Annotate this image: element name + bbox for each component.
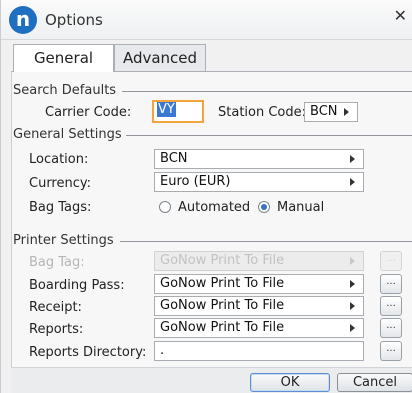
options-dialog: n Options ✕ General Advanced Search Defa…	[0, 0, 412, 393]
boarding-pass-printer-value: GoNow Print To File	[160, 276, 285, 291]
dropdown-arrow-icon	[344, 108, 349, 116]
radio-manual-label[interactable]: Manual	[277, 200, 324, 215]
station-code-value: BCN	[310, 104, 338, 119]
section-divider	[122, 135, 412, 136]
close-icon[interactable]: ✕	[394, 6, 407, 25]
bag-tag-browse-button: ...	[380, 251, 402, 271]
dropdown-arrow-icon	[350, 257, 355, 265]
printer-settings-heading: Printer Settings	[13, 233, 118, 248]
dropdown-arrow-icon	[350, 155, 355, 163]
currency-select[interactable]: Euro (EUR)	[154, 172, 364, 192]
currency-value: Euro (EUR)	[160, 174, 231, 189]
general-settings-heading: General Settings	[13, 127, 126, 142]
reports-directory-input[interactable]: .	[154, 341, 364, 361]
station-code-label: Station Code:	[218, 105, 307, 120]
bag-tags-label: Bag Tags:	[29, 200, 92, 215]
location-label: Location:	[29, 152, 89, 167]
cancel-button[interactable]: Cancel	[337, 373, 412, 392]
section-divider	[120, 241, 412, 242]
carrier-code-input[interactable]: VY	[152, 100, 204, 123]
tab-advanced[interactable]: Advanced	[114, 44, 206, 71]
dropdown-arrow-icon	[350, 280, 355, 288]
search-defaults-heading: Search Defaults	[13, 83, 121, 98]
boarding-pass-label: Boarding Pass:	[29, 278, 125, 293]
title-bar[interactable]: n Options ✕	[1, 0, 412, 40]
reports-browse-button[interactable]: ...	[380, 318, 402, 338]
station-code-select[interactable]: BCN	[304, 102, 358, 122]
carrier-code-label: Carrier Code:	[45, 105, 132, 120]
dropdown-arrow-icon	[350, 324, 355, 332]
bag-tag-printer-value: GoNow Print To File	[160, 253, 285, 268]
location-select[interactable]: BCN	[154, 149, 364, 169]
carrier-code-value: VY	[157, 102, 176, 117]
radio-automated[interactable]	[159, 201, 171, 213]
app-logo: n	[9, 6, 37, 34]
receipt-printer-value: GoNow Print To File	[160, 298, 285, 313]
reports-directory-label: Reports Directory:	[29, 345, 147, 360]
receipt-label: Receipt:	[29, 300, 82, 315]
location-value: BCN	[160, 151, 188, 166]
receipt-printer-select[interactable]: GoNow Print To File	[154, 296, 364, 316]
bag-tag-label: Bag Tag:	[29, 255, 85, 270]
reports-label: Reports:	[29, 322, 84, 337]
bag-tag-printer-select: GoNow Print To File	[154, 251, 364, 271]
dropdown-arrow-icon	[350, 178, 355, 186]
reports-printer-value: GoNow Print To File	[160, 320, 285, 335]
ok-button[interactable]: OK	[250, 373, 330, 392]
reports-printer-select[interactable]: GoNow Print To File	[154, 318, 364, 338]
general-panel: Search Defaults Carrier Code: VY Station…	[11, 71, 412, 367]
dialog-title: Options	[45, 11, 103, 29]
radio-manual[interactable]	[258, 201, 270, 213]
section-divider	[122, 91, 412, 92]
reports-directory-browse-button[interactable]: ...	[380, 341, 402, 361]
currency-label: Currency:	[29, 176, 92, 191]
receipt-browse-button[interactable]: ...	[380, 296, 402, 316]
boarding-pass-browse-button[interactable]: ...	[380, 274, 402, 294]
tab-general[interactable]: General	[13, 44, 114, 72]
boarding-pass-printer-select[interactable]: GoNow Print To File	[154, 274, 364, 294]
radio-automated-label[interactable]: Automated	[178, 200, 250, 215]
dropdown-arrow-icon	[350, 302, 355, 310]
